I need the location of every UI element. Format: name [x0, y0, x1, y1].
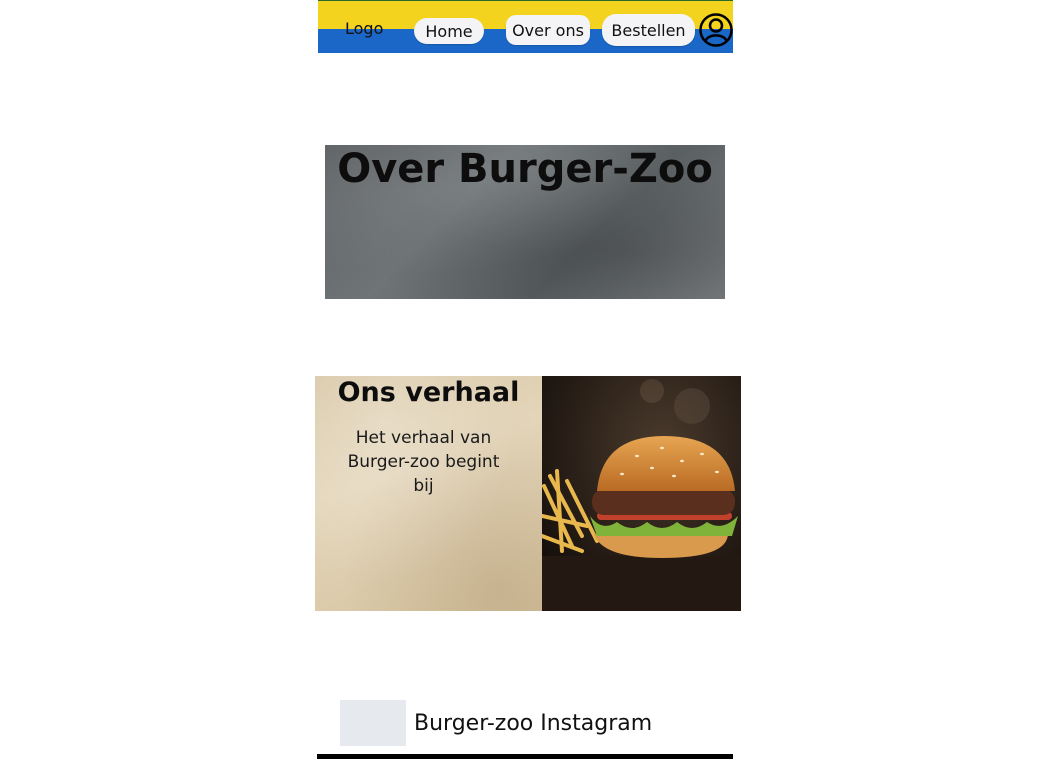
- nav-item-home[interactable]: Home: [414, 18, 484, 44]
- story-text: Het verhaal van Burger-zoo begint bij: [347, 428, 500, 496]
- instagram-link[interactable]: Burger-zoo Instagram: [414, 711, 652, 736]
- user-circle-icon[interactable]: [699, 13, 733, 47]
- logo[interactable]: Logo: [345, 19, 383, 38]
- hero-banner: Over Burger-Zoo: [325, 145, 725, 299]
- nav-item-bestellen[interactable]: Bestellen: [602, 14, 695, 46]
- story-panel: Ons verhaal Het verhaal van Burger-zoo b…: [315, 376, 542, 611]
- burger-photo: [542, 376, 741, 611]
- footer-divider: [317, 754, 733, 759]
- top-navbar: Logo Home Over ons Bestellen: [318, 0, 733, 53]
- hero-title: Over Burger-Zoo: [337, 146, 713, 192]
- nav-item-over-ons[interactable]: Over ons: [506, 15, 590, 45]
- instagram-image-placeholder[interactable]: [340, 700, 406, 746]
- story-title: Ons verhaal: [337, 377, 520, 408]
